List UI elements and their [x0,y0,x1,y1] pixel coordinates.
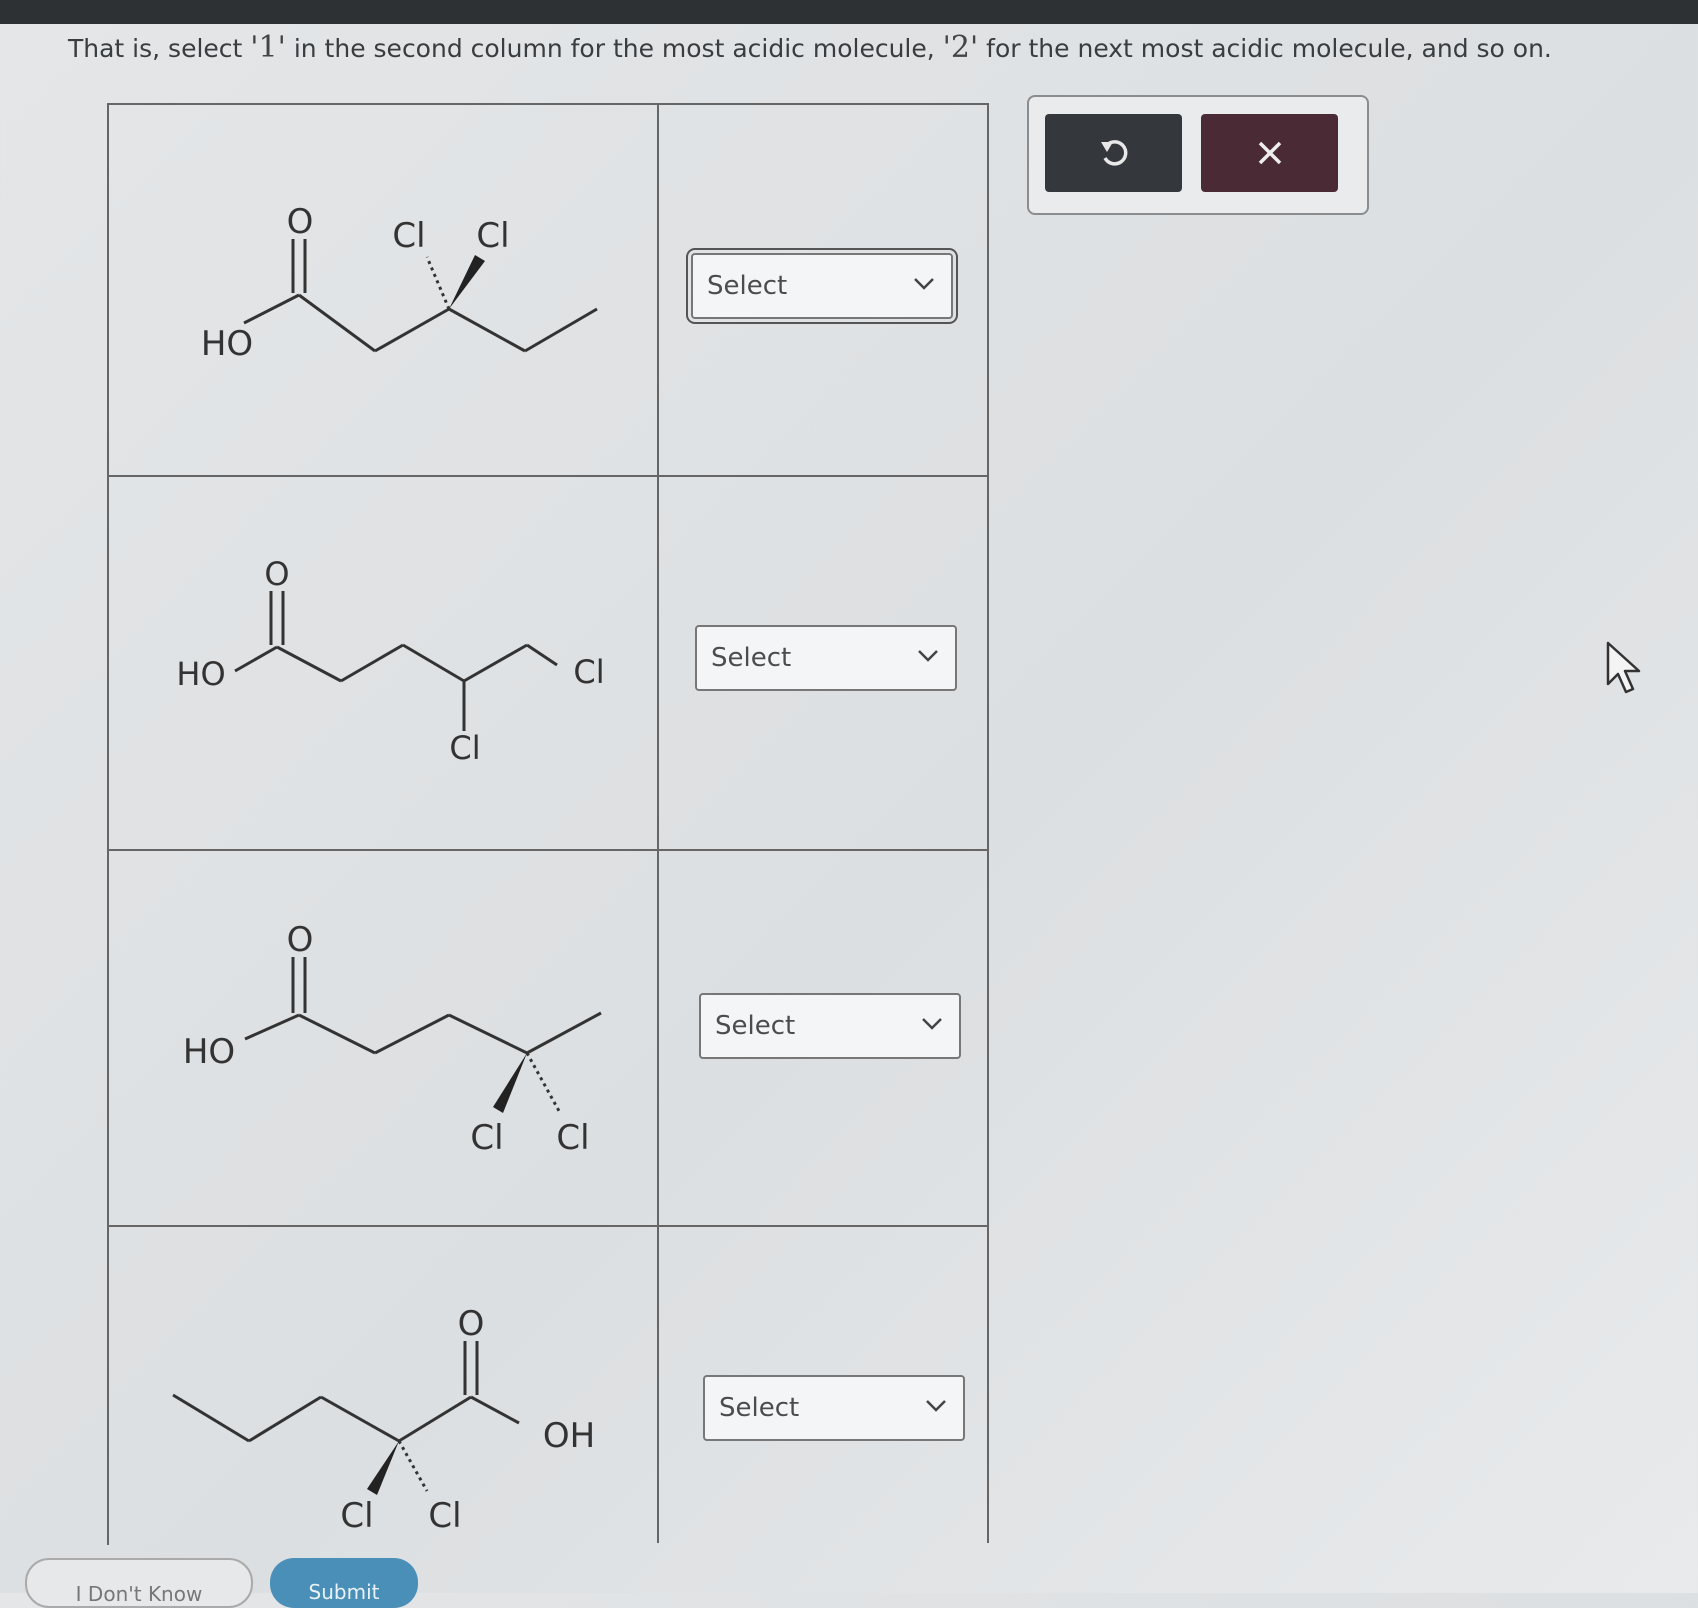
oxygen-label: O [287,202,314,242]
close-button[interactable] [1201,114,1338,192]
mouse-cursor-icon [1606,641,1641,694]
instruction-middle: in the second column for the most acidic… [285,34,943,63]
table-row: O OH Cl Cl Select [109,1225,989,1543]
chevron-down-icon [914,278,934,290]
chlorine-label: Cl [573,653,604,691]
molecule-cell-3: O HO Cl Cl [109,849,659,1225]
select-value: Select [707,271,788,301]
hydroxyl-label: OH [543,1416,595,1456]
rank-select-2[interactable]: Select [695,625,957,691]
molecule-structure-3: O HO Cl Cl [183,920,602,1158]
chlorine-label: Cl [470,1118,503,1158]
molecule-structure-4: O OH Cl Cl [172,1304,595,1536]
chevron-down-icon [922,1018,942,1030]
table-row: O HO Cl Cl Select [109,849,989,1227]
chlorine-label: Cl [449,729,480,767]
hydroxyl-label: HO [176,655,225,693]
undo-icon [1100,140,1127,166]
select-value: Select [711,643,792,673]
molecule-cell-4: O OH Cl Cl [109,1225,659,1543]
molecule-cell-1: O HO Cl Cl [109,105,659,475]
dont-know-button[interactable]: I Don't Know [25,1558,253,1608]
oxygen-label: O [264,555,289,593]
chlorine-label: Cl [340,1496,373,1536]
chevron-down-icon [918,650,938,662]
chlorine-label: Cl [476,216,509,256]
submit-button[interactable]: Submit [270,1558,418,1608]
select-cell-1: Select [659,105,989,475]
hydroxyl-label: HO [201,324,253,364]
molecule-structure-2: O HO Cl Cl [176,555,604,767]
rank-select-3[interactable]: Select [699,993,961,1059]
chlorine-label: Cl [556,1118,589,1158]
oxygen-label: O [287,920,314,960]
chevron-down-icon [926,1400,946,1412]
answer-toolbox [1027,95,1369,215]
hydroxyl-label: HO [183,1032,235,1072]
ranking-table: O HO Cl Cl Select O HO Cl Cl Select O HO… [107,103,989,1545]
close-icon [1258,141,1281,165]
oxygen-label: O [458,1304,485,1344]
top-bar [0,0,1698,24]
chlorine-label: Cl [428,1496,461,1536]
table-row: O HO Cl Cl Select [109,475,989,851]
undo-button[interactable] [1045,114,1182,192]
select-value: Select [715,1011,796,1041]
rank-select-1[interactable]: Select [686,248,958,324]
instruction-text: That is, select '1' in the second column… [68,30,1552,65]
chlorine-label: Cl [392,216,425,256]
rank-select-4[interactable]: Select [703,1375,965,1441]
instruction-mark-two: '2' [942,30,979,65]
select-cell-3: Select [659,849,989,1225]
select-cell-4: Select [659,1225,989,1543]
instruction-mark-one: '1' [250,30,286,65]
molecule-structure-1: O HO Cl Cl [201,202,598,364]
table-row: O HO Cl Cl Select [109,105,989,477]
instruction-after: for the next most acidic molecule, and s… [978,34,1552,63]
select-cell-2: Select [659,475,989,849]
select-value: Select [719,1393,800,1423]
instruction-before: That is, select [68,34,251,63]
molecule-cell-2: O HO Cl Cl [109,475,659,849]
